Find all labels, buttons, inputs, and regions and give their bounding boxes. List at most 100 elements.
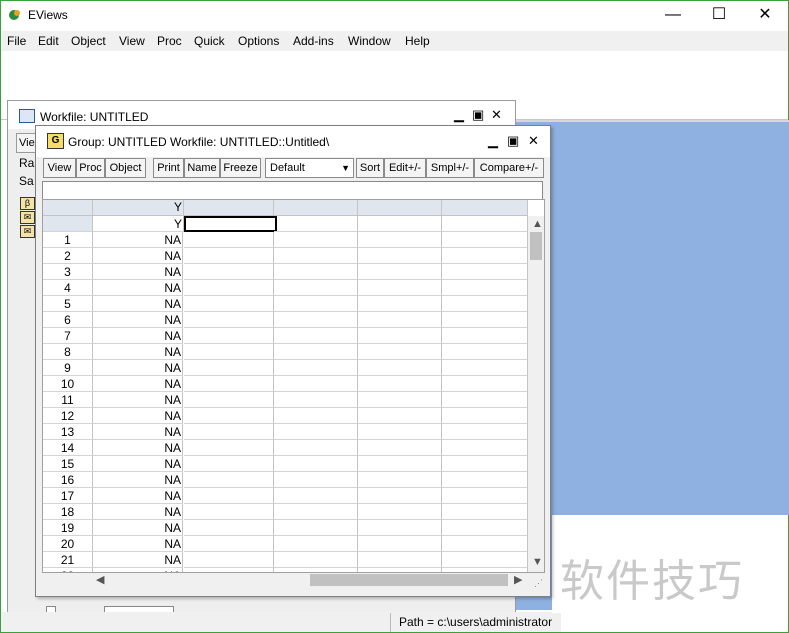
table-cell[interactable]	[442, 504, 528, 520]
table-cell[interactable]	[274, 392, 358, 408]
value-cell[interactable]: NA	[93, 424, 183, 440]
close-button[interactable]: ✕	[754, 6, 776, 26]
table-cell[interactable]	[184, 280, 274, 296]
table-cell[interactable]	[184, 328, 274, 344]
maximize-button[interactable]: ☐	[708, 6, 730, 26]
table-cell[interactable]	[274, 488, 358, 504]
table-cell[interactable]	[274, 216, 358, 232]
table-cell[interactable]	[442, 552, 528, 568]
vertical-scroll-thumb[interactable]	[530, 232, 542, 260]
menu-proc[interactable]: Proc	[157, 34, 182, 48]
table-cell[interactable]	[442, 296, 528, 312]
table-cell[interactable]	[184, 232, 274, 248]
beta-icon[interactable]: β	[20, 197, 35, 210]
table-cell[interactable]	[442, 520, 528, 536]
column-header-empty[interactable]	[442, 200, 528, 216]
value-cell[interactable]: NA	[93, 472, 183, 488]
group-maximize-button[interactable]: ▣	[507, 133, 519, 149]
row-number[interactable]: 18	[43, 504, 93, 520]
value-cell[interactable]: NA	[93, 344, 183, 360]
table-cell[interactable]	[274, 424, 358, 440]
workfile-minimize-button[interactable]: ▁	[454, 107, 464, 123]
table-cell[interactable]	[442, 408, 528, 424]
table-cell[interactable]	[184, 408, 274, 424]
column-header-empty[interactable]	[358, 200, 442, 216]
table-cell[interactable]	[358, 488, 442, 504]
column-header-y[interactable]: Y	[93, 200, 184, 216]
value-cell[interactable]: NA	[93, 504, 183, 520]
table-cell[interactable]	[274, 312, 358, 328]
row-number[interactable]: 1	[43, 232, 93, 248]
scroll-right-icon[interactable]: ▶	[514, 573, 522, 586]
horizontal-scroll-thumb[interactable]	[310, 574, 508, 586]
value-cell[interactable]: NA	[93, 232, 183, 248]
scroll-up-icon[interactable]: ▲	[532, 218, 543, 230]
row-number[interactable]: 15	[43, 456, 93, 472]
table-cell[interactable]	[274, 248, 358, 264]
freeze-button[interactable]: Freeze	[220, 158, 261, 178]
menu-help[interactable]: Help	[405, 34, 430, 48]
table-cell[interactable]	[358, 216, 442, 232]
column-header-empty[interactable]	[274, 200, 358, 216]
table-cell[interactable]	[442, 376, 528, 392]
menu-view[interactable]: View	[119, 34, 145, 48]
table-cell[interactable]	[358, 280, 442, 296]
table-cell[interactable]	[442, 280, 528, 296]
row-number[interactable]: 13	[43, 424, 93, 440]
row-number[interactable]: 4	[43, 280, 93, 296]
table-cell[interactable]	[274, 520, 358, 536]
table-cell[interactable]	[442, 360, 528, 376]
table-cell[interactable]	[442, 392, 528, 408]
value-cell[interactable]: NA	[93, 440, 183, 456]
table-cell[interactable]	[358, 456, 442, 472]
row-number[interactable]: 11	[43, 392, 93, 408]
table-cell[interactable]	[274, 456, 358, 472]
table-cell[interactable]	[442, 248, 528, 264]
workfile-close-button[interactable]: ✕	[491, 107, 502, 123]
row-number[interactable]: 3	[43, 264, 93, 280]
table-cell[interactable]	[184, 312, 274, 328]
value-cell[interactable]: NA	[93, 248, 183, 264]
table-cell[interactable]	[184, 440, 274, 456]
table-cell[interactable]	[442, 456, 528, 472]
table-cell[interactable]	[274, 408, 358, 424]
table-cell[interactable]	[274, 360, 358, 376]
table-cell[interactable]	[274, 440, 358, 456]
table-cell[interactable]	[442, 328, 528, 344]
group-minimize-button[interactable]: ▁	[488, 133, 498, 149]
group-close-button[interactable]: ✕	[528, 133, 539, 149]
workfile-maximize-button[interactable]: ▣	[472, 107, 484, 123]
value-cell[interactable]: NA	[93, 328, 183, 344]
table-cell[interactable]	[274, 280, 358, 296]
table-cell[interactable]	[184, 344, 274, 360]
series-icon[interactable]: ✉	[20, 225, 35, 238]
table-cell[interactable]	[274, 376, 358, 392]
table-cell[interactable]	[358, 552, 442, 568]
resize-grip-icon[interactable]: ⋰	[534, 578, 543, 589]
row-number[interactable]: 8	[43, 344, 93, 360]
table-cell[interactable]	[358, 232, 442, 248]
table-cell[interactable]	[184, 488, 274, 504]
table-cell[interactable]	[442, 488, 528, 504]
table-cell[interactable]	[274, 296, 358, 312]
scroll-left-icon[interactable]: ◀	[96, 573, 104, 586]
table-cell[interactable]	[274, 536, 358, 552]
table-cell[interactable]	[358, 424, 442, 440]
object-button[interactable]: Object	[105, 158, 146, 178]
table-cell[interactable]	[184, 264, 274, 280]
value-cell[interactable]: NA	[93, 456, 183, 472]
value-cell[interactable]: NA	[93, 280, 183, 296]
edit-toggle-button[interactable]: Edit+/-	[384, 158, 426, 178]
row-number[interactable]: 7	[43, 328, 93, 344]
table-cell[interactable]	[442, 312, 528, 328]
selected-cell[interactable]	[184, 216, 277, 232]
sort-button[interactable]: Sort	[356, 158, 384, 178]
table-cell[interactable]	[358, 504, 442, 520]
table-cell[interactable]	[442, 216, 528, 232]
menu-window[interactable]: Window	[348, 34, 391, 48]
table-cell[interactable]	[184, 360, 274, 376]
value-cell[interactable]: NA	[93, 536, 183, 552]
table-cell[interactable]	[442, 424, 528, 440]
table-cell[interactable]	[358, 392, 442, 408]
name-button[interactable]: Name	[184, 158, 220, 178]
